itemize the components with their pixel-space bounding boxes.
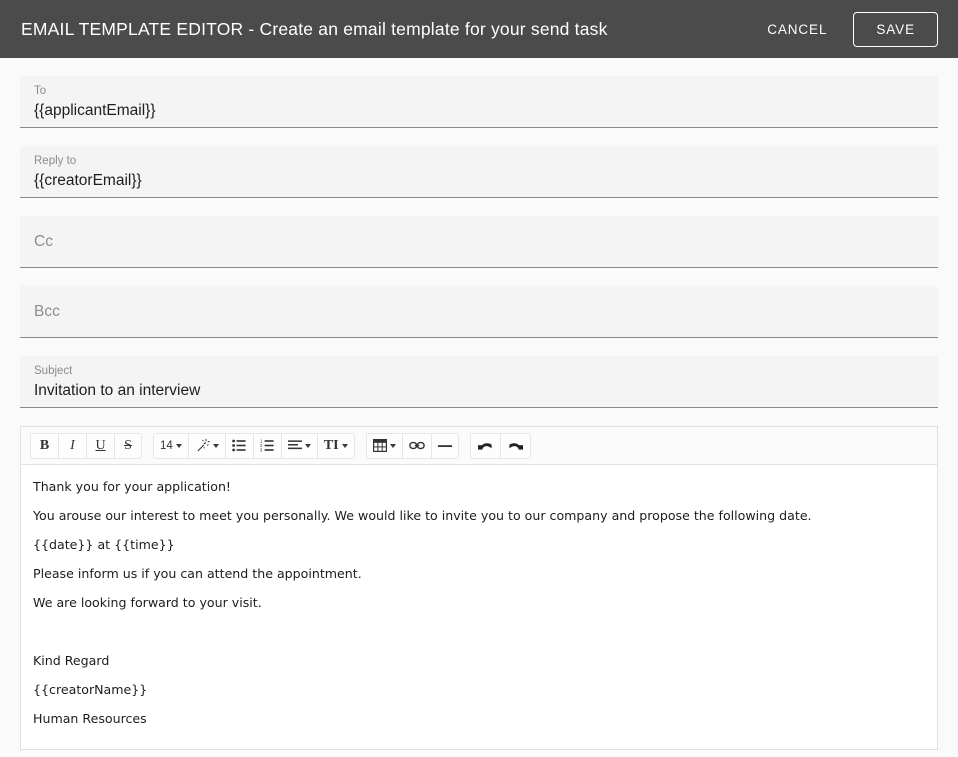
body-line: We are looking forward to your visit.: [33, 595, 925, 610]
insert-link-button[interactable]: [402, 433, 431, 459]
unordered-list-button[interactable]: [225, 433, 253, 459]
field-reply-to-label: Reply to: [34, 154, 938, 168]
horizontal-rule-icon: [438, 443, 452, 449]
field-reply-to[interactable]: Reply to {{creatorEmail}}: [20, 146, 938, 198]
body-line: Thank you for your application!: [33, 479, 925, 494]
save-button[interactable]: SAVE: [853, 12, 938, 47]
field-to-value: {{applicantEmail}}: [34, 100, 938, 122]
body-line: {{date}} at {{time}}: [33, 537, 925, 552]
toolbar-group-format: 14: [153, 433, 355, 459]
chevron-down-icon: [390, 444, 396, 448]
font-size-dropdown[interactable]: 14: [153, 433, 188, 459]
align-dropdown[interactable]: [281, 433, 317, 459]
field-bcc[interactable]: Bcc: [20, 286, 938, 338]
field-subject-value: Invitation to an interview: [34, 380, 938, 402]
bullet-list-icon: [232, 439, 246, 452]
underline-icon: U: [95, 438, 105, 454]
field-reply-to-value: {{creatorEmail}}: [34, 170, 938, 192]
chevron-down-icon: [305, 444, 311, 448]
text-style-icon: TI: [324, 438, 339, 454]
strikethrough-button[interactable]: S: [114, 433, 142, 459]
chevron-down-icon: [342, 444, 348, 448]
redo-icon: [507, 440, 524, 452]
undo-button[interactable]: [470, 433, 500, 459]
compose-fields: To {{applicantEmail}} Reply to {{creator…: [0, 58, 958, 408]
cancel-button[interactable]: CANCEL: [759, 16, 835, 43]
body-line: Please inform us if you can attend the a…: [33, 566, 925, 581]
field-to-label: To: [34, 84, 938, 98]
field-subject-label: Subject: [34, 364, 938, 378]
field-bcc-label: Bcc: [34, 305, 60, 319]
ordered-list-button[interactable]: 1 2 3: [253, 433, 281, 459]
toolbar-group-inline-styles: B I U S: [30, 433, 142, 459]
body-line-blank: [33, 624, 925, 639]
rich-text-editor: B I U S 14: [20, 426, 938, 750]
toolbar-group-insert: [366, 433, 459, 459]
page-title: EMAIL TEMPLATE EDITOR - Create an email …: [21, 19, 608, 40]
table-icon: [373, 439, 387, 452]
editor-toolbar: B I U S 14: [21, 427, 937, 465]
underline-button[interactable]: U: [86, 433, 114, 459]
header-actions: CANCEL SAVE: [759, 12, 938, 47]
field-to[interactable]: To {{applicantEmail}}: [20, 76, 938, 128]
editor-body[interactable]: Thank you for your application! You arou…: [21, 465, 937, 750]
magic-wand-icon: [195, 438, 210, 453]
horizontal-rule-button[interactable]: [431, 433, 459, 459]
body-line: Human Resources: [33, 711, 925, 726]
link-icon: [409, 440, 425, 451]
field-subject[interactable]: Subject Invitation to an interview: [20, 356, 938, 408]
toolbar-group-history: [470, 433, 531, 459]
redo-button[interactable]: [500, 433, 531, 459]
field-cc-label: Cc: [34, 235, 53, 249]
chevron-down-icon: [176, 444, 182, 448]
chevron-down-icon: [213, 444, 219, 448]
undo-icon: [477, 440, 494, 452]
text-style-dropdown[interactable]: TI: [317, 433, 355, 459]
strikethrough-icon: S: [124, 438, 132, 454]
app-header: EMAIL TEMPLATE EDITOR - Create an email …: [0, 0, 958, 58]
align-left-icon: [288, 440, 302, 451]
text-color-dropdown[interactable]: [188, 433, 225, 459]
body-line: Kind Regard: [33, 653, 925, 668]
field-cc[interactable]: Cc: [20, 216, 938, 268]
numbered-list-icon: 1 2 3: [260, 439, 274, 452]
italic-button[interactable]: I: [58, 433, 86, 459]
bold-icon: B: [40, 438, 49, 454]
body-line: You arouse our interest to meet you pers…: [33, 508, 925, 523]
bold-button[interactable]: B: [30, 433, 58, 459]
table-dropdown[interactable]: [366, 433, 402, 459]
font-size-value: 14: [160, 440, 173, 452]
body-line: {{creatorName}}: [33, 682, 925, 697]
svg-text:3: 3: [260, 448, 263, 452]
italic-icon: I: [70, 438, 75, 454]
